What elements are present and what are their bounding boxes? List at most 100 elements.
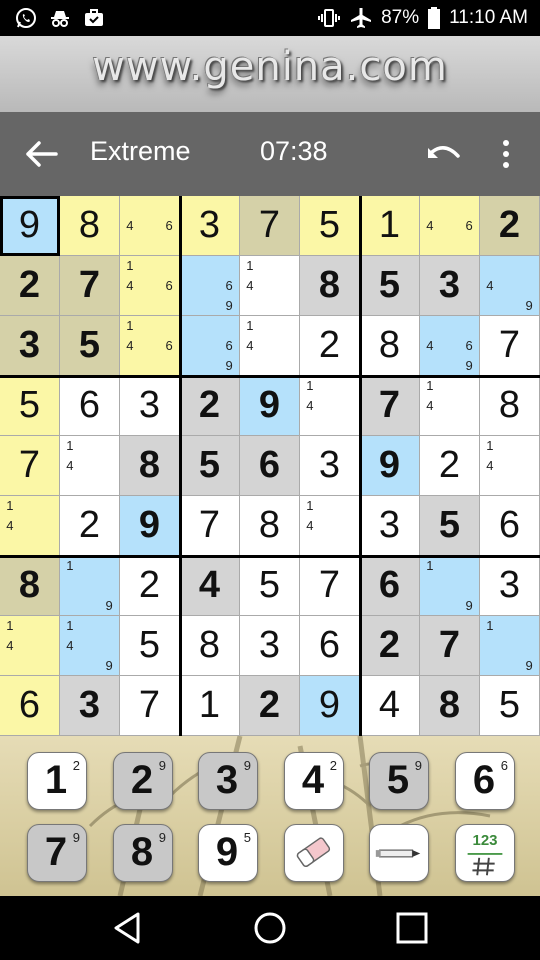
board-cell[interactable]: 8 (0, 556, 60, 616)
digit-key[interactable]: 89 (113, 824, 173, 882)
digit-key[interactable]: 95 (198, 824, 258, 882)
board-cell[interactable]: 6 (360, 556, 420, 616)
board-cell[interactable]: 2 (300, 316, 360, 376)
board-cell[interactable]: 3 (300, 436, 360, 496)
back-arrow-icon[interactable] (24, 138, 60, 170)
board-cell[interactable]: 7 (180, 496, 240, 556)
board-cell[interactable]: 8 (180, 616, 240, 676)
board-cell[interactable]: 1 (360, 196, 420, 256)
board-cell[interactable]: 8 (240, 496, 300, 556)
board-cell[interactable]: 5 (120, 616, 180, 676)
board-cell[interactable]: 2 (360, 616, 420, 676)
board-cell[interactable]: 14 (0, 616, 60, 676)
board-cell[interactable]: 14 (480, 436, 540, 496)
board-cell[interactable]: 5 (180, 436, 240, 496)
board-cell[interactable]: 14 (60, 436, 120, 496)
board-cell[interactable]: 6 (60, 376, 120, 436)
board-cell[interactable]: 1 4 6 (120, 316, 180, 376)
board-cell[interactable]: 14 (300, 376, 360, 436)
digit-key[interactable]: 59 (369, 752, 429, 810)
ad-banner[interactable]: www.genina.com (0, 36, 540, 112)
board-cell[interactable]: 4 6 9 (420, 316, 480, 376)
board-cell[interactable]: 1 4 6 (120, 256, 180, 316)
board-cell[interactable]: 19 (480, 616, 540, 676)
board-cell[interactable]: 2 (60, 496, 120, 556)
board-cell[interactable]: 19 (60, 556, 120, 616)
board-cell[interactable]: 7 (120, 676, 180, 736)
number-mode-button[interactable]: 123 (455, 824, 515, 882)
board-cell[interactable]: 69 (180, 256, 240, 316)
board-cell[interactable]: 7 (300, 556, 360, 616)
board-cell[interactable]: 8 (420, 676, 480, 736)
digit-key[interactable]: 29 (113, 752, 173, 810)
board-cell[interactable]: 14 (0, 496, 60, 556)
board-cell[interactable]: 3 (180, 196, 240, 256)
board-cell[interactable]: 8 (360, 316, 420, 376)
board-cell[interactable]: 2 (0, 256, 60, 316)
board-cell[interactable]: 6 (480, 496, 540, 556)
board-cell[interactable]: 6 (240, 436, 300, 496)
board-cell[interactable]: 8 (60, 196, 120, 256)
board-cell[interactable]: 5 (480, 676, 540, 736)
board-cell[interactable]: 1 (180, 676, 240, 736)
board-cell[interactable]: 14 (240, 256, 300, 316)
board-cell[interactable]: 8 (120, 436, 180, 496)
board-cell[interactable]: 3 (480, 556, 540, 616)
board-cell[interactable]: 14 (300, 496, 360, 556)
board-cell[interactable]: 1 4 9 (60, 616, 120, 676)
digit-key[interactable]: 42 (284, 752, 344, 810)
board-cell[interactable]: 4 (360, 676, 420, 736)
board-cell[interactable]: 19 (420, 556, 480, 616)
board-cell[interactable]: 5 (0, 376, 60, 436)
board-cell[interactable]: 69 (180, 316, 240, 376)
digit-key[interactable]: 39 (198, 752, 258, 810)
board-cell[interactable]: 5 (420, 496, 480, 556)
board-cell[interactable]: 8 (300, 256, 360, 316)
board-cell[interactable]: 3 (60, 676, 120, 736)
undo-icon[interactable] (426, 138, 464, 170)
board-cell[interactable]: 49 (480, 256, 540, 316)
board-cell[interactable]: 9 (300, 676, 360, 736)
eraser-button[interactable] (284, 824, 344, 882)
recents-square-icon[interactable] (394, 910, 430, 946)
board-cell[interactable]: 6 (300, 616, 360, 676)
board-cell[interactable]: 2 (480, 196, 540, 256)
board-cell[interactable]: 5 (240, 556, 300, 616)
board-cell[interactable]: 5 (300, 196, 360, 256)
pencil-button[interactable] (369, 824, 429, 882)
board-cell[interactable]: 5 (60, 316, 120, 376)
board-cell[interactable]: 3 (0, 316, 60, 376)
digit-key[interactable]: 79 (27, 824, 87, 882)
board-cell[interactable]: 46 (120, 196, 180, 256)
board-cell[interactable]: 14 (420, 376, 480, 436)
board-cell[interactable]: 4 (180, 556, 240, 616)
board-cell[interactable]: 2 (180, 376, 240, 436)
board-cell[interactable]: 7 (60, 256, 120, 316)
digit-key[interactable]: 12 (27, 752, 87, 810)
board-cell[interactable]: 46 (420, 196, 480, 256)
board-cell[interactable]: 7 (480, 316, 540, 376)
board-cell[interactable]: 8 (480, 376, 540, 436)
board-cell[interactable]: 7 (420, 616, 480, 676)
board-cell[interactable]: 14 (240, 316, 300, 376)
board-cell[interactable]: 3 (360, 496, 420, 556)
home-circle-icon[interactable] (252, 910, 288, 946)
board-cell[interactable]: 9 (120, 496, 180, 556)
board-cell[interactable]: 7 (360, 376, 420, 436)
board-cell[interactable]: 6 (0, 676, 60, 736)
board-cell[interactable]: 2 (240, 676, 300, 736)
digit-key[interactable]: 66 (455, 752, 515, 810)
pencil-note: 4 (6, 517, 14, 533)
board-cell[interactable]: 3 (240, 616, 300, 676)
board-cell[interactable]: 9 (240, 376, 300, 436)
board-cell[interactable]: 5 (360, 256, 420, 316)
board-cell[interactable]: 2 (120, 556, 180, 616)
board-cell[interactable]: 9 (360, 436, 420, 496)
board-cell[interactable]: 2 (420, 436, 480, 496)
back-triangle-icon[interactable] (110, 910, 146, 946)
overflow-menu-icon[interactable] (494, 138, 518, 170)
board-cell[interactable]: 3 (420, 256, 480, 316)
board-cell[interactable]: 7 (0, 436, 60, 496)
board-cell[interactable]: 7 (240, 196, 300, 256)
board-cell[interactable]: 3 (120, 376, 180, 436)
